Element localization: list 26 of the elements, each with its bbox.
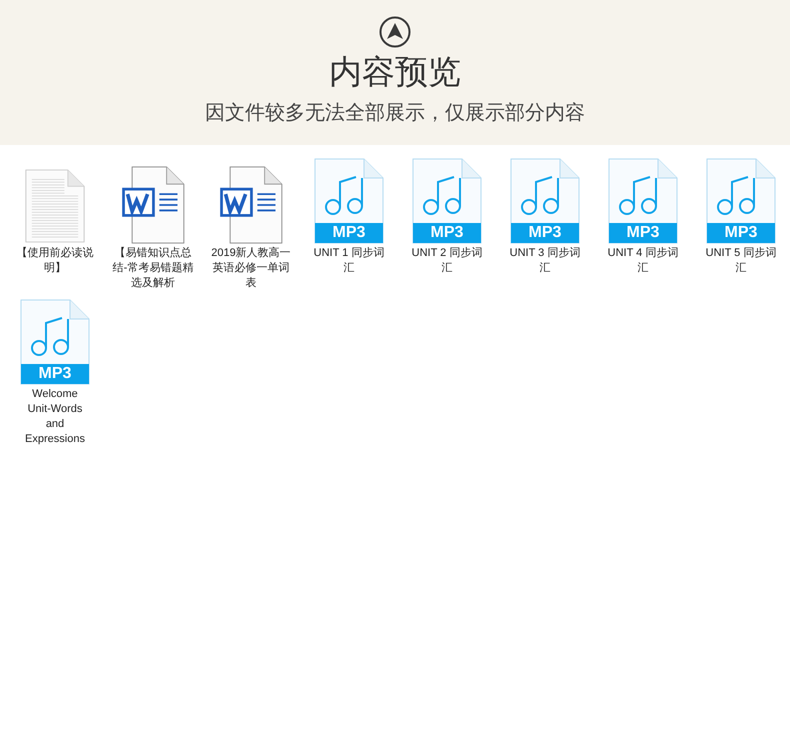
music-file-icon	[20, 299, 90, 385]
word-document-icon	[219, 166, 283, 244]
word-document-icon	[121, 166, 185, 244]
music-file-icon	[510, 158, 580, 244]
file-name: UNIT 4 同步词 汇	[608, 246, 678, 276]
text-file-icon	[25, 168, 85, 244]
file-name: UNIT 5 同步词 汇	[706, 246, 776, 276]
preview-title: 内容预览	[329, 52, 461, 92]
file-type-label: MP3	[626, 223, 660, 243]
file-name: UNIT 2 同步词 汇	[412, 246, 482, 276]
file-name: 【易错知识点总 结-常考易错题精 选及解析	[112, 246, 194, 291]
music-file-icon	[412, 158, 482, 244]
file-type-label: MP3	[724, 223, 758, 243]
file-name: UNIT 1 同步词 汇	[314, 246, 384, 276]
file-name: UNIT 3 同步词 汇	[510, 246, 580, 276]
file-type-label: MP3	[528, 223, 562, 243]
file-name: 【使用前必读说 明】	[16, 246, 94, 276]
file-name: Welcome Unit-Words and Expressions	[25, 387, 85, 447]
file-type-label: MP3	[38, 364, 72, 384]
file-type-label: MP3	[332, 223, 366, 243]
music-file-icon	[314, 158, 384, 244]
preview-subtitle: 因文件较多无法全部展示，仅展示部分内容	[205, 99, 585, 126]
music-file-icon	[608, 158, 678, 244]
music-file-icon	[706, 158, 776, 244]
file-type-label: MP3	[430, 223, 464, 243]
file-name: 2019新人教高一 英语必修一单词 表	[211, 246, 291, 291]
